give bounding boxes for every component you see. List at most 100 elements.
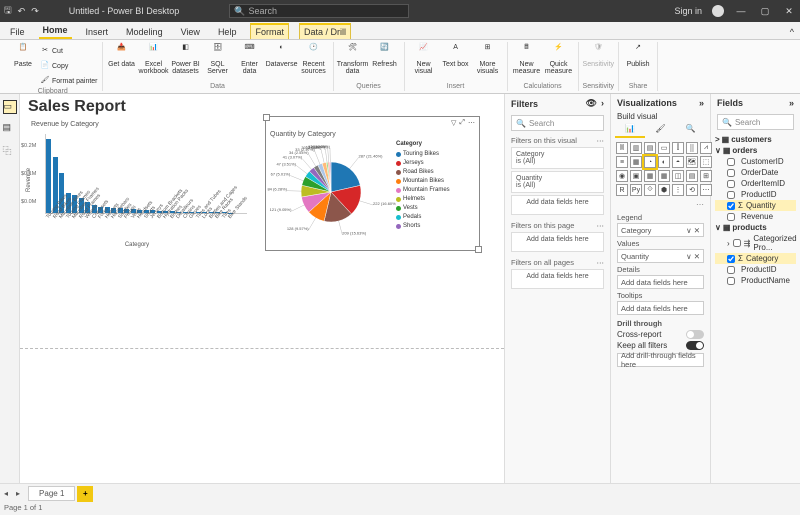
enter-data-button[interactable]: ⌨Enter data <box>235 42 265 76</box>
analytics-tab[interactable]: 🔍 <box>676 121 706 138</box>
filter-drop-page[interactable]: Add data fields here <box>511 232 604 252</box>
viz-type-13[interactable]: ⬚ <box>700 156 712 168</box>
field-CustomerID[interactable]: CustomerID <box>715 156 796 167</box>
viz-type-9[interactable]: ◔ <box>644 156 656 168</box>
viz-type-18[interactable]: ◫ <box>672 170 684 182</box>
show-filter-icon[interactable]: 👁 <box>586 98 597 109</box>
tab-file[interactable]: File <box>6 25 29 39</box>
add-page-button[interactable]: + <box>77 486 93 502</box>
transform-data-button[interactable]: 🛠Transform data <box>338 42 368 76</box>
viz-type-15[interactable]: ▣ <box>630 170 642 182</box>
cut-button[interactable]: ✂Cut <box>40 44 98 58</box>
filter-drop-visual[interactable]: Add data fields here <box>511 195 604 215</box>
bar-chart-visual[interactable]: Revenue by Category $0.2M $0.1M $0.0M Re… <box>20 116 250 251</box>
more-viz-icon[interactable]: ⋯ <box>611 200 710 209</box>
model-view-icon[interactable]: ⿻ <box>3 144 17 158</box>
viz-type-12[interactable]: 🗺 <box>686 156 698 168</box>
values-field-well[interactable]: Quantity∨ ✕ <box>617 249 704 263</box>
more-options-icon[interactable]: ⋯ <box>468 119 475 127</box>
viz-type-3[interactable]: ▭ <box>658 142 670 154</box>
next-page-icon[interactable]: ▸ <box>12 489 24 498</box>
undo-icon[interactable]: ↶ <box>18 6 26 17</box>
tab-modeling[interactable]: Modeling <box>122 25 167 39</box>
sql-server-button[interactable]: 🗄SQL Server <box>203 42 233 76</box>
dataverse-button[interactable]: ◐Dataverse <box>267 42 297 68</box>
viz-type-16[interactable]: ▦ <box>644 170 656 182</box>
more-icon[interactable]: ⋯ <box>597 221 605 230</box>
tab-insert[interactable]: Insert <box>82 25 113 39</box>
save-icon[interactable]: 🖫 <box>4 3 12 19</box>
viz-type-19[interactable]: ▤ <box>686 170 698 182</box>
viz-type-1[interactable]: ▥ <box>630 142 642 154</box>
page-tab-1[interactable]: Page 1 <box>28 486 75 501</box>
data-view-icon[interactable]: ▤ <box>3 122 17 136</box>
filter-card-category[interactable]: Categoryis (All) <box>511 147 604 169</box>
viz-type-5[interactable]: ⣿ <box>686 142 698 154</box>
details-field-well[interactable]: Add data fields here <box>617 275 704 289</box>
get-data-button[interactable]: 📥Get data <box>107 42 137 68</box>
viz-type-6[interactable]: ⩘ <box>700 142 712 154</box>
viz-type-7[interactable]: ≡ <box>616 156 628 168</box>
more-icon[interactable]: ⋯ <box>597 258 605 267</box>
viz-type-0[interactable]: ⫾⫾ <box>616 142 628 154</box>
collapse-fields-icon[interactable]: » <box>789 98 794 108</box>
viz-type-11[interactable]: ◓ <box>672 156 684 168</box>
format-visual-tab[interactable]: 🖌 <box>645 121 675 138</box>
publish-button[interactable]: ↗Publish <box>623 42 653 68</box>
avatar-icon[interactable] <box>712 5 724 17</box>
quick-measure-button[interactable]: ⚡Quick measure <box>544 42 574 76</box>
focus-mode-icon[interactable]: ⤢ <box>459 119 465 127</box>
collapse-filters-icon[interactable]: › <box>601 98 604 109</box>
table-products[interactable]: ∨▦products <box>715 222 796 233</box>
report-canvas[interactable]: Sales Report Revenue by Category $0.2M $… <box>20 94 504 483</box>
legend-field-well[interactable]: Category∨ ✕ <box>617 223 704 237</box>
tab-view[interactable]: View <box>177 25 204 39</box>
viz-type-17[interactable]: ▦ <box>658 170 670 182</box>
build-visual-tab[interactable]: 📊 <box>615 121 645 138</box>
viz-type-27[interactable]: ⋯ <box>700 184 712 196</box>
field-OrderItemID[interactable]: OrderItemID <box>715 178 796 189</box>
text-box-button[interactable]: AText box <box>441 42 471 68</box>
viz-type-25[interactable]: ⋮ <box>672 184 684 196</box>
field-OrderDate[interactable]: OrderDate <box>715 167 796 178</box>
bar[interactable] <box>46 139 51 213</box>
table-customers[interactable]: >▦customers <box>715 134 796 145</box>
more-icon[interactable]: ⋯ <box>597 136 605 145</box>
viz-type-26[interactable]: ⟲ <box>686 184 698 196</box>
tab-format[interactable]: Format <box>250 23 289 39</box>
field-ProductID[interactable]: ProductID <box>715 264 796 275</box>
viz-type-22[interactable]: Py <box>630 184 642 196</box>
format-painter-button[interactable]: 🖌Format painter <box>40 74 98 88</box>
filter-card-quantity[interactable]: Quantityis (All) <box>511 171 604 193</box>
titlebar-search[interactable]: 🔍 Search <box>229 4 409 18</box>
filter-drop-all[interactable]: Add data fields here <box>511 269 604 289</box>
copy-button[interactable]: 📄Copy <box>40 59 98 73</box>
field-Categorized Pro...[interactable]: ›⇶Categorized Pro... <box>715 233 796 253</box>
paste-button[interactable]: 📋Paste <box>8 42 38 68</box>
report-view-icon[interactable]: ▭ <box>3 100 17 114</box>
field-Revenue[interactable]: Revenue <box>715 211 796 222</box>
redo-icon[interactable]: ↷ <box>31 6 39 17</box>
viz-type-4[interactable]: ⫿ <box>672 142 684 154</box>
sign-in-link[interactable]: Sign in <box>674 6 702 16</box>
prev-page-icon[interactable]: ◂ <box>0 489 12 498</box>
keep-filters-toggle[interactable] <box>686 341 704 350</box>
pbi-datasets-button[interactable]: ◧Power BI datasets <box>171 42 201 76</box>
fields-search[interactable]: 🔍Search <box>717 114 794 130</box>
excel-button[interactable]: 📊Excel workbook <box>139 42 169 76</box>
viz-type-2[interactable]: ▤ <box>644 142 656 154</box>
viz-type-20[interactable]: ⊞ <box>700 170 712 182</box>
pie-chart-visual[interactable]: ▽ ⤢ ⋯ Quantity by Category 287 (21.46%)2… <box>265 116 480 251</box>
collapse-viz-icon[interactable]: » <box>699 98 704 108</box>
recent-sources-button[interactable]: 🕑Recent sources <box>299 42 329 76</box>
tab-home[interactable]: Home <box>39 23 72 39</box>
new-visual-button[interactable]: 📈New visual <box>409 42 439 76</box>
viz-type-23[interactable]: ⟐ <box>644 184 656 196</box>
refresh-button[interactable]: 🔄Refresh <box>370 42 400 68</box>
viz-type-10[interactable]: ◐ <box>658 156 670 168</box>
close-button[interactable]: ✕ <box>782 6 796 17</box>
tab-help[interactable]: Help <box>214 25 241 39</box>
cross-report-toggle[interactable] <box>686 330 704 339</box>
more-visuals-button[interactable]: ⊞More visuals <box>473 42 503 76</box>
field-Category[interactable]: ΣCategory <box>715 253 796 264</box>
